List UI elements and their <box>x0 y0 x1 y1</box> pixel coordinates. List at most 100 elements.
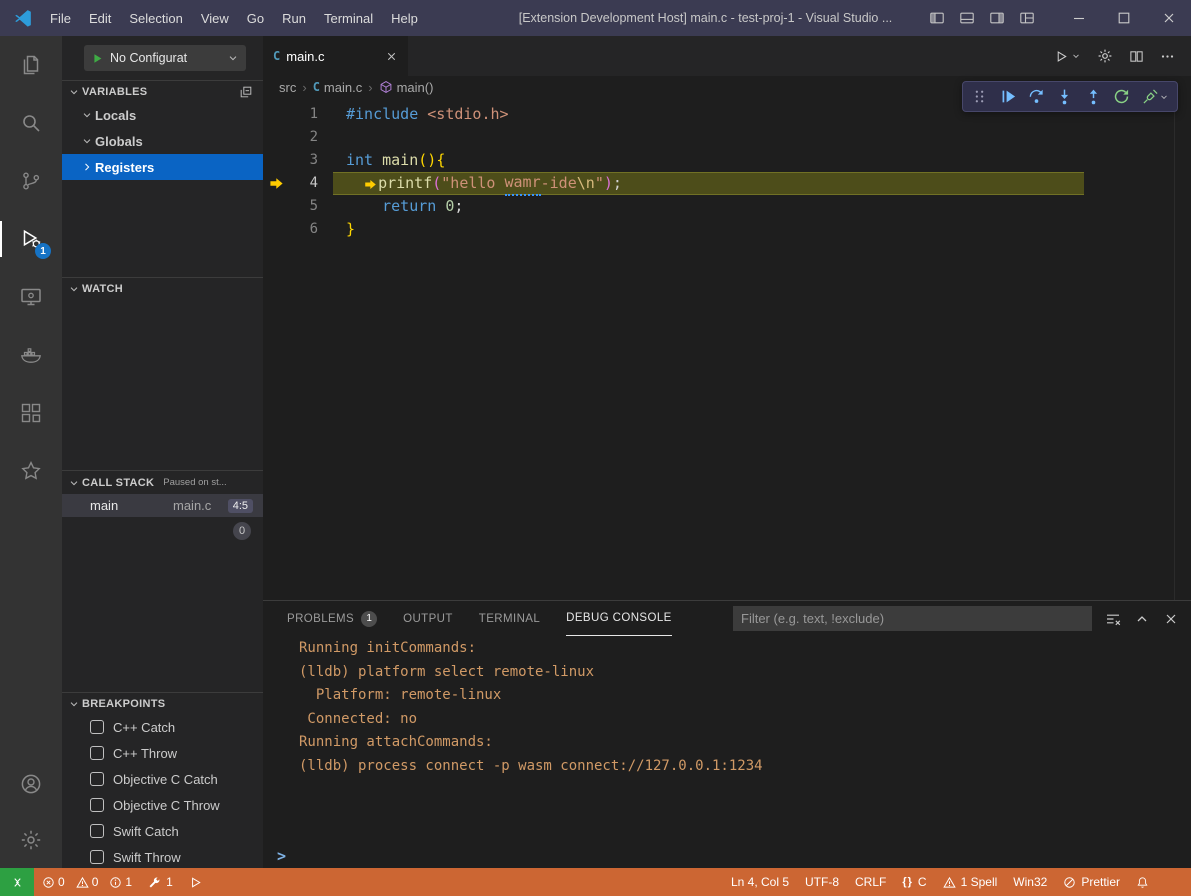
toolbar-gripper-button[interactable] <box>967 84 992 109</box>
variables-item-registers[interactable]: Registers <box>62 154 263 180</box>
activity-explorer[interactable] <box>0 36 62 94</box>
breadcrumb-item-main-c[interactable]: Cmain.c <box>313 80 363 95</box>
callstack-frame[interactable]: main main.c 4:5 <box>62 494 263 517</box>
breakpoint-objective-c-catch[interactable]: Objective C Catch <box>62 766 263 792</box>
menu-selection[interactable]: Selection <box>120 0 191 36</box>
code-line-4[interactable]: 4 printf("hello wamr-ide\n"); <box>263 172 1191 195</box>
toggle-primary-sidebar[interactable] <box>922 0 952 36</box>
gutter-glyph[interactable] <box>263 149 290 172</box>
more-actions-button[interactable] <box>1160 49 1175 64</box>
minimize-window[interactable] <box>1056 0 1101 36</box>
menu-edit[interactable]: Edit <box>80 0 120 36</box>
code-line-5[interactable]: 5 return 0; <box>263 195 1191 218</box>
breadcrumb-item-src[interactable]: src <box>279 80 296 95</box>
status-bar-left: 0011 <box>0 868 210 896</box>
panel-tab-terminal[interactable]: TERMINAL <box>479 601 540 636</box>
step-into-button[interactable] <box>1052 84 1077 109</box>
activity-extensions[interactable] <box>0 384 62 442</box>
variables-item-locals[interactable]: Locals <box>62 102 263 128</box>
split-editor-button[interactable] <box>1129 49 1144 64</box>
callstack-section-header[interactable]: CALL STACK Paused on st... <box>62 470 263 494</box>
gutter-glyph[interactable] <box>263 218 290 241</box>
gutter-glyph[interactable] <box>263 103 290 126</box>
menu-file[interactable]: File <box>41 0 80 36</box>
status-debug[interactable] <box>181 868 210 896</box>
start-debugging-icon[interactable] <box>91 52 104 65</box>
maximize-window[interactable] <box>1101 0 1146 36</box>
checkbox[interactable] <box>90 772 104 786</box>
run-or-debug-button[interactable] <box>1054 49 1081 64</box>
code-line-6[interactable]: 6} <box>263 218 1191 241</box>
editor[interactable]: 1#include <stdio.h>23int main(){4 printf… <box>263 98 1191 600</box>
close-panel-icon[interactable] <box>1163 611 1179 627</box>
settings-gear-button[interactable] <box>1097 48 1113 64</box>
step-out-button[interactable] <box>1081 84 1106 109</box>
restart-button[interactable] <box>1109 84 1134 109</box>
checkbox[interactable] <box>90 798 104 812</box>
checkbox[interactable] <box>90 850 104 864</box>
activity-settings[interactable] <box>0 812 62 868</box>
tab-main-c[interactable]: C main.c <box>263 36 408 76</box>
breakpoint-c-catch[interactable]: C++ Catch <box>62 714 263 740</box>
status-spell-checker[interactable]: 1 Spell <box>935 868 1006 896</box>
collapse-all-icon[interactable] <box>239 85 253 99</box>
status-remote[interactable] <box>0 868 34 896</box>
status-platform[interactable]: Win32 <box>1005 868 1055 896</box>
debug-config-dropdown[interactable]: No Configurat <box>84 45 246 71</box>
code-line-2[interactable]: 2 <box>263 126 1191 149</box>
variables-item-globals[interactable]: Globals <box>62 128 263 154</box>
checkbox[interactable] <box>90 720 104 734</box>
continue-button[interactable] <box>995 84 1020 109</box>
toggle-secondary-sidebar[interactable] <box>982 0 1012 36</box>
panel-tab-debug-console[interactable]: DEBUG CONSOLE <box>566 601 672 636</box>
console-prompt[interactable]: > <box>277 847 286 865</box>
toggle-panel[interactable] <box>952 0 982 36</box>
status-prettier[interactable]: Prettier <box>1055 868 1128 896</box>
menu-run[interactable]: Run <box>273 0 315 36</box>
status-eol[interactable]: CRLF <box>847 868 894 896</box>
status-encoding[interactable]: UTF-8 <box>797 868 847 896</box>
watch-section-header[interactable]: WATCH <box>62 277 263 299</box>
disconnect-button[interactable] <box>1137 84 1173 109</box>
step-over-button[interactable] <box>1024 84 1049 109</box>
status-language-mode[interactable]: {}C <box>894 868 934 896</box>
maximize-panel-icon[interactable] <box>1134 611 1150 627</box>
status-problems[interactable]: 001 <box>34 868 140 896</box>
gutter-glyph[interactable] <box>263 172 290 195</box>
breakpoint-objective-c-throw[interactable]: Objective C Throw <box>62 792 263 818</box>
activity-accounts[interactable] <box>0 756 62 812</box>
menu-view[interactable]: View <box>192 0 238 36</box>
panel-tab-problems[interactable]: PROBLEMS1 <box>287 601 377 636</box>
customize-layout[interactable] <box>1012 0 1042 36</box>
menu-go[interactable]: Go <box>238 0 273 36</box>
breakpoint-c-throw[interactable]: C++ Throw <box>62 740 263 766</box>
breakpoint-swift-throw[interactable]: Swift Throw <box>62 844 263 868</box>
clear-console-icon[interactable] <box>1105 611 1121 627</box>
status-tools[interactable]: 1 <box>140 868 181 896</box>
menu-terminal[interactable]: Terminal <box>315 0 382 36</box>
status-cursor-position[interactable]: Ln 4, Col 5 <box>723 868 797 896</box>
status-notifications[interactable] <box>1128 868 1157 896</box>
checkbox[interactable] <box>90 746 104 760</box>
breakpoints-section-header[interactable]: BREAKPOINTS <box>62 692 263 714</box>
gutter-glyph[interactable] <box>263 195 290 218</box>
status-error: 0 <box>42 875 65 889</box>
console-filter-input[interactable] <box>733 606 1092 631</box>
close-window[interactable] <box>1146 0 1191 36</box>
activity-search[interactable] <box>0 94 62 152</box>
breakpoint-swift-catch[interactable]: Swift Catch <box>62 818 263 844</box>
code-line-3[interactable]: 3int main(){ <box>263 149 1191 172</box>
breadcrumb-item-main[interactable]: main() <box>379 80 434 95</box>
layout-grid-icon <box>1019 10 1035 26</box>
activity-run-and-debug[interactable]: 1 <box>0 210 62 268</box>
activity-source-control[interactable] <box>0 152 62 210</box>
variables-section-header[interactable]: VARIABLES <box>62 80 263 102</box>
gutter-glyph[interactable] <box>263 126 290 149</box>
close-tab-icon[interactable] <box>385 50 398 63</box>
activity-favorites[interactable] <box>0 442 62 500</box>
activity-docker[interactable] <box>0 326 62 384</box>
panel-tab-output[interactable]: OUTPUT <box>403 601 453 636</box>
activity-remote-explorer[interactable] <box>0 268 62 326</box>
menu-help[interactable]: Help <box>382 0 427 36</box>
checkbox[interactable] <box>90 824 104 838</box>
